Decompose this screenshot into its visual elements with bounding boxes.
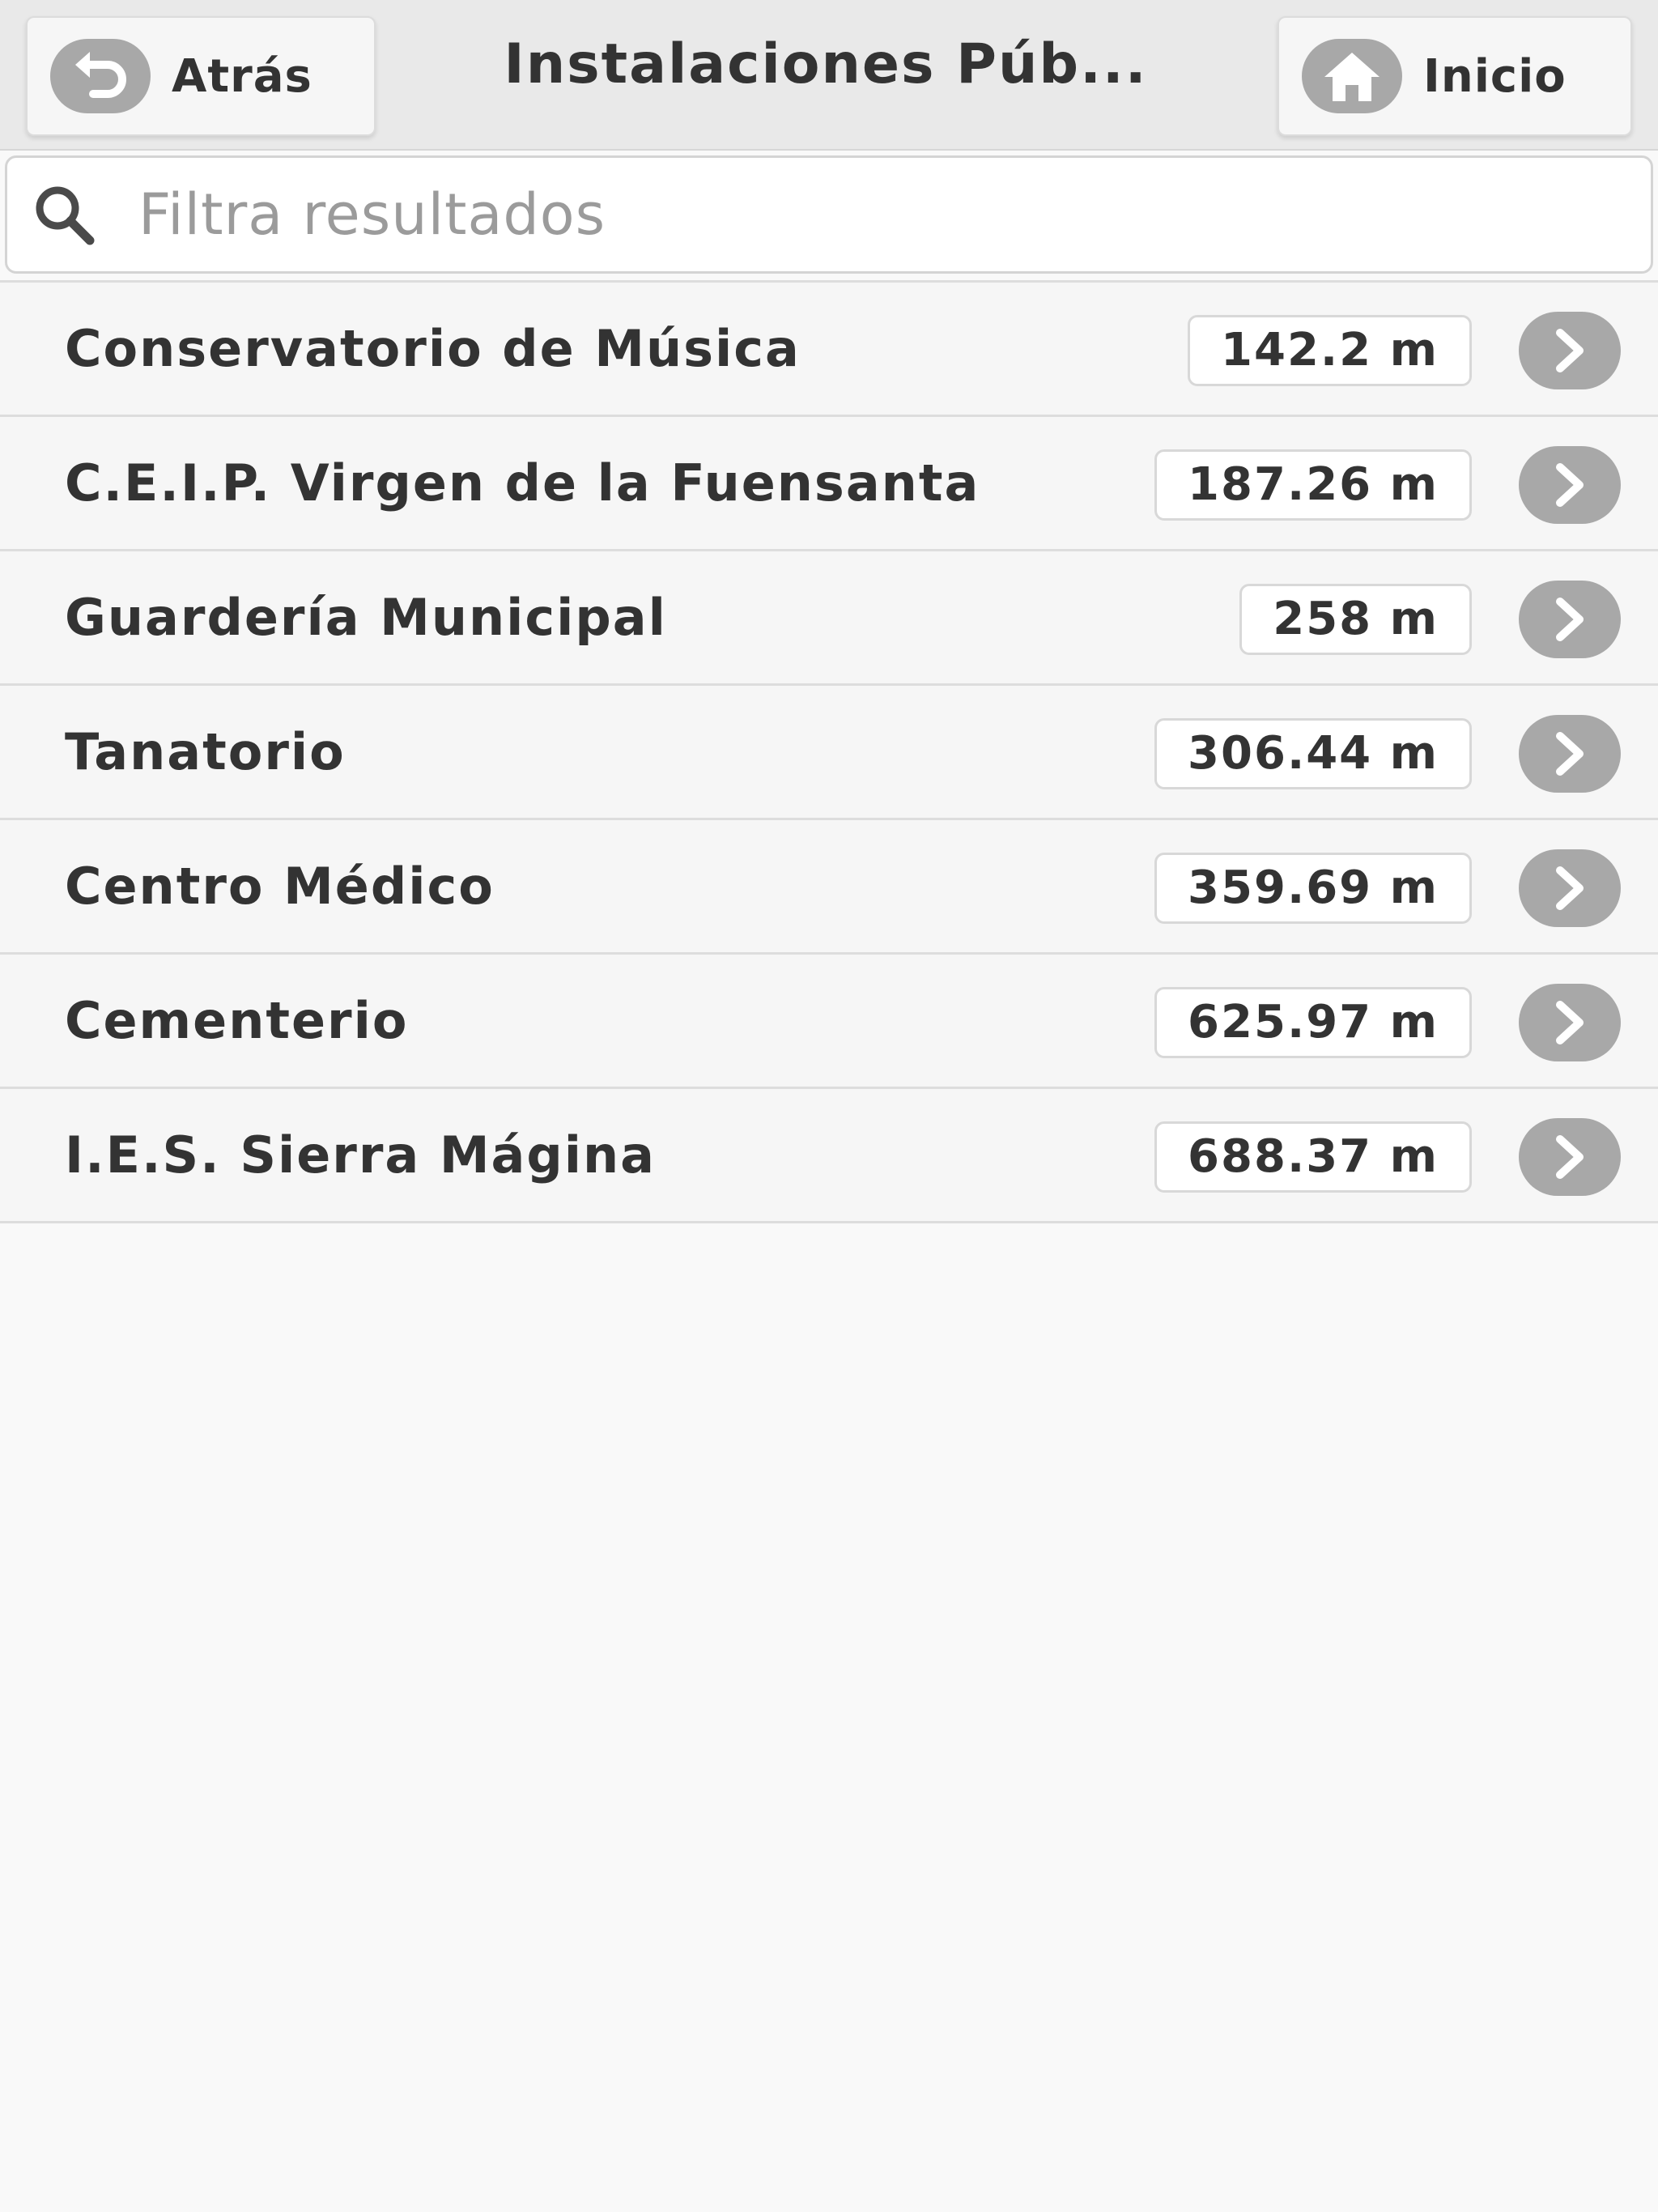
list-item-label: Guardería Municipal <box>65 588 667 647</box>
list-item-label: Cementerio <box>65 991 409 1050</box>
list-item[interactable]: I.E.S. Sierra Mágina 688.37 m <box>0 1089 1658 1223</box>
distance-badge: 258 m <box>1239 584 1472 655</box>
list-item[interactable]: Conservatorio de Música 142.2 m <box>0 283 1658 417</box>
list-item-label: Tanatorio <box>65 722 346 781</box>
distance-badge: 187.26 m <box>1154 449 1472 521</box>
back-arrow-icon <box>50 39 151 113</box>
list-item[interactable]: Cementerio 625.97 m <box>0 955 1658 1089</box>
home-button-label: Inicio <box>1423 49 1567 103</box>
list-item-label: Centro Médico <box>65 857 495 916</box>
distance-badge: 142.2 m <box>1188 315 1472 386</box>
list-item-label: I.E.S. Sierra Mágina <box>65 1125 656 1185</box>
chevron-right-icon[interactable] <box>1519 715 1621 793</box>
distance-badge: 306.44 m <box>1154 718 1472 789</box>
search-input[interactable] <box>137 181 1597 249</box>
list-item[interactable]: Tanatorio 306.44 m <box>0 686 1658 820</box>
search-icon <box>32 182 96 247</box>
back-button-label: Atrás <box>172 49 312 103</box>
chevron-right-icon[interactable] <box>1519 446 1621 524</box>
home-button[interactable]: Inicio <box>1278 16 1632 136</box>
results-list: Conservatorio de Música 142.2 m C.E.I.P.… <box>0 280 1658 1223</box>
chevron-right-icon[interactable] <box>1519 312 1621 389</box>
back-button[interactable]: Atrás <box>26 16 376 136</box>
search-bar <box>5 155 1653 274</box>
chevron-right-icon[interactable] <box>1519 984 1621 1061</box>
distance-badge: 359.69 m <box>1154 853 1472 924</box>
distance-badge: 688.37 m <box>1154 1121 1472 1193</box>
list-item-label: C.E.I.P. Virgen de la Fuensanta <box>65 453 980 513</box>
chevron-right-icon[interactable] <box>1519 1118 1621 1196</box>
chevron-right-icon[interactable] <box>1519 849 1621 927</box>
distance-badge: 625.97 m <box>1154 987 1472 1058</box>
header-bar: Atrás Instalaciones Púb... Inicio <box>0 0 1658 151</box>
chevron-right-icon[interactable] <box>1519 581 1621 658</box>
list-item[interactable]: C.E.I.P. Virgen de la Fuensanta 187.26 m <box>0 417 1658 551</box>
page-title: Instalaciones Púb... <box>504 32 1148 96</box>
home-icon <box>1302 39 1402 113</box>
list-item[interactable]: Centro Médico 359.69 m <box>0 820 1658 955</box>
list-item-label: Conservatorio de Música <box>65 319 801 378</box>
list-item[interactable]: Guardería Municipal 258 m <box>0 551 1658 686</box>
